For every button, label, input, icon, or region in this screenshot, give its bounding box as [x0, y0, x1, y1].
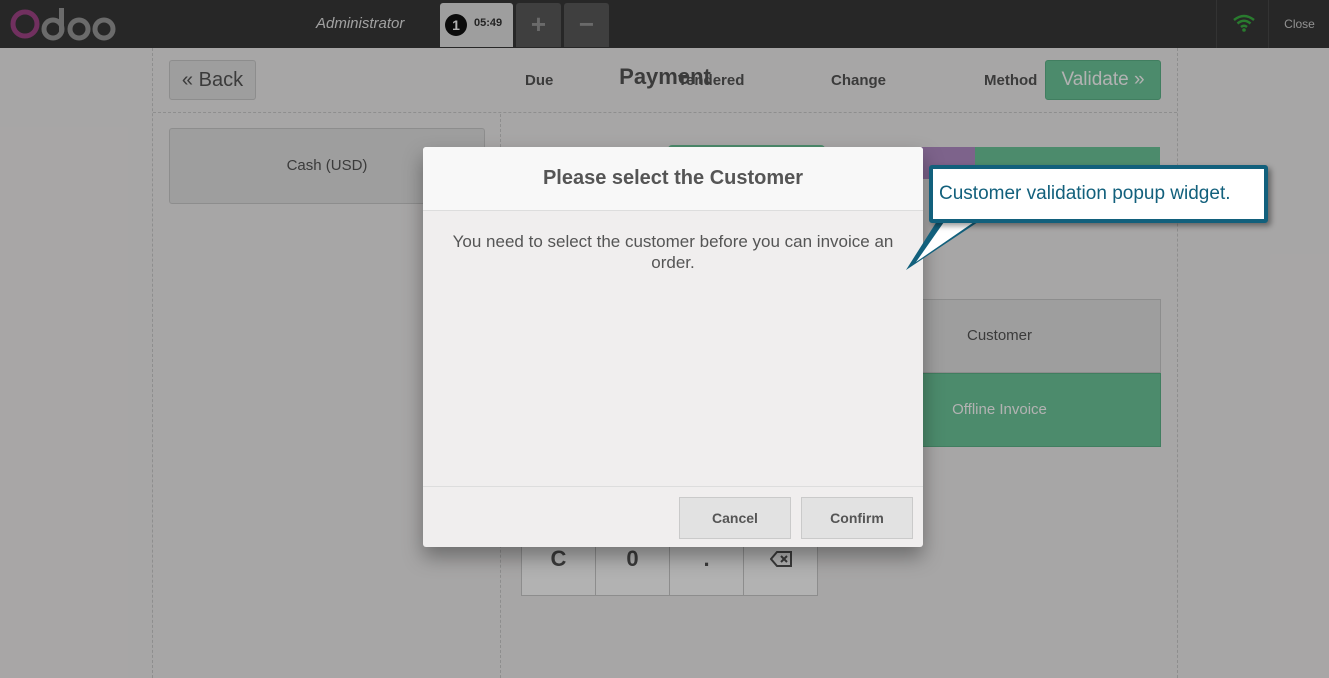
- annotation-text: Customer validation popup widget.: [939, 183, 1231, 204]
- annotation-callout: Customer validation popup widget.: [929, 165, 1268, 223]
- popup-header: Please select the Customer: [423, 147, 923, 211]
- popup-title: Please select the Customer: [542, 167, 804, 189]
- popup-body: You need to select the customer before y…: [452, 232, 894, 272]
- confirm-button[interactable]: Confirm: [801, 497, 913, 539]
- cancel-button[interactable]: Cancel: [679, 497, 791, 539]
- popup-footer: Cancel Confirm: [423, 486, 923, 547]
- customer-required-popup: Please select the Customer You need to s…: [423, 147, 923, 547]
- callout-pointer: [906, 218, 984, 270]
